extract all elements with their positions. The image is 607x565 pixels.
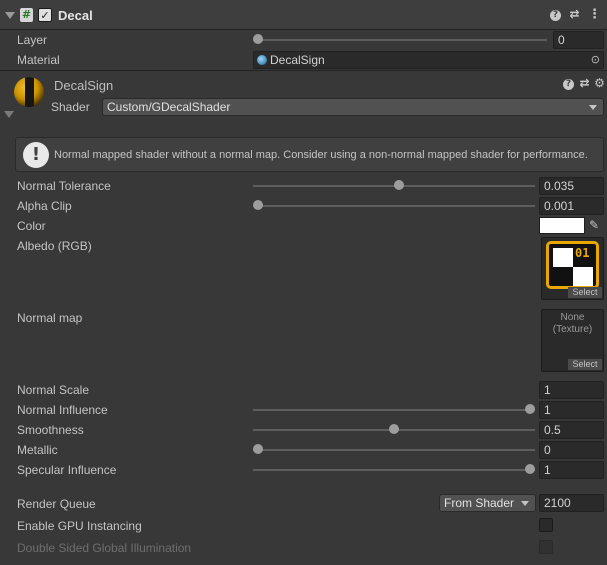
albedo-thumb-text: 01 [575,246,590,260]
normal-map-none-text: None [560,312,585,323]
material-preview-icon [14,77,44,107]
render-queue-dropdown-value: From Shader [444,496,515,510]
normal-map-texture-slot[interactable]: None (Texture) Select [541,309,604,372]
eyedropper-icon[interactable]: ✎ [587,218,601,232]
divider [0,70,607,71]
material-gear-icon[interactable]: ⚙ [594,77,605,89]
normal-map-type-text: (Texture) [552,324,593,335]
material-label: Material [17,53,60,67]
metallic-label: Metallic [17,443,58,457]
normal-scale-label: Normal Scale [17,383,90,397]
chevron-down-icon [521,501,529,506]
component-enabled-checkbox[interactable]: ✓ [38,8,52,22]
presets-icon[interactable]: ⇄ [569,8,580,20]
render-queue-dropdown[interactable]: From Shader [439,494,536,512]
double-sided-gi-checkbox [539,540,553,554]
color-swatch[interactable] [539,217,585,234]
render-queue-field[interactable]: 2100 [539,494,604,512]
specular-influence-label: Specular Influence [17,463,117,477]
shader-label: Shader [51,100,90,114]
metallic-field[interactable]: 0 [539,441,604,459]
chevron-down-icon [589,105,597,110]
layer-label: Layer [17,33,48,47]
double-sided-gi-label: Double Sided Global Illumination [17,541,192,555]
normal-tolerance-field[interactable]: 0.035 [539,177,604,195]
gpu-instancing-checkbox[interactable] [539,518,553,532]
albedo-texture-slot[interactable]: 01 Select [541,237,604,300]
alpha-clip-slider-knob[interactable] [253,200,263,210]
layer-field[interactable]: 0 [553,31,604,49]
specular-influence-slider-knob[interactable] [525,464,535,474]
foldout-arrow-icon[interactable] [5,12,15,19]
warning-text: Normal mapped shader without a normal ma… [54,149,588,161]
normal-scale-field[interactable]: 1 [539,381,604,399]
specular-influence-slider-track[interactable] [253,469,535,471]
component-title: Decal [58,8,93,23]
normal-map-label: Normal map [17,311,83,325]
smoothness-label: Smoothness [17,423,84,437]
render-queue-label: Render Queue [17,497,96,511]
normal-influence-label: Normal Influence [17,403,108,417]
material-help-icon[interactable]: ? [563,79,574,90]
material-name: DecalSign [54,78,114,93]
component-header[interactable]: # ✓ Decal ? ⇄ ⋮ [0,0,607,30]
context-menu-icon[interactable]: ⋮ [588,8,601,21]
metallic-slider-track[interactable] [253,449,535,451]
gpu-instancing-label: Enable GPU Instancing [17,519,142,533]
metallic-slider-knob[interactable] [253,444,263,454]
layer-slider-track[interactable] [253,39,547,41]
help-icon[interactable]: ? [550,10,561,21]
shader-value: Custom/GDecalShader [107,100,231,114]
normal-influence-field[interactable]: 1 [539,401,604,419]
material-foldout-icon[interactable] [4,111,14,118]
warning-box: ! Normal mapped shader without a normal … [15,137,604,172]
albedo-select-button[interactable]: Select [568,287,602,298]
material-presets-icon[interactable]: ⇄ [579,77,590,89]
layer-slider-knob[interactable] [253,34,263,44]
normal-map-select-button[interactable]: Select [568,359,602,370]
albedo-label: Albedo (RGB) [17,239,92,253]
alpha-clip-field[interactable]: 0.001 [539,197,604,215]
normal-tolerance-label: Normal Tolerance [17,179,111,193]
material-asset-icon [257,55,267,65]
smoothness-slider-knob[interactable] [389,424,399,434]
warning-icon: ! [23,142,49,168]
object-picker-icon[interactable]: ⊙ [591,52,600,68]
normal-influence-slider-knob[interactable] [525,404,535,414]
smoothness-field[interactable]: 0.5 [539,421,604,439]
normal-tolerance-slider-knob[interactable] [394,180,405,190]
alpha-clip-label: Alpha Clip [17,199,72,213]
script-icon: # [20,8,33,22]
color-label: Color [17,219,46,233]
alpha-clip-slider-track[interactable] [253,205,535,207]
material-value: DecalSign [270,53,325,67]
shader-dropdown[interactable]: Custom/GDecalShader [102,98,604,116]
normal-influence-slider-track[interactable] [253,409,535,411]
specular-influence-field[interactable]: 1 [539,461,604,479]
albedo-thumbnail: 01 [546,241,599,289]
material-field[interactable]: DecalSign ⊙ [253,51,604,69]
